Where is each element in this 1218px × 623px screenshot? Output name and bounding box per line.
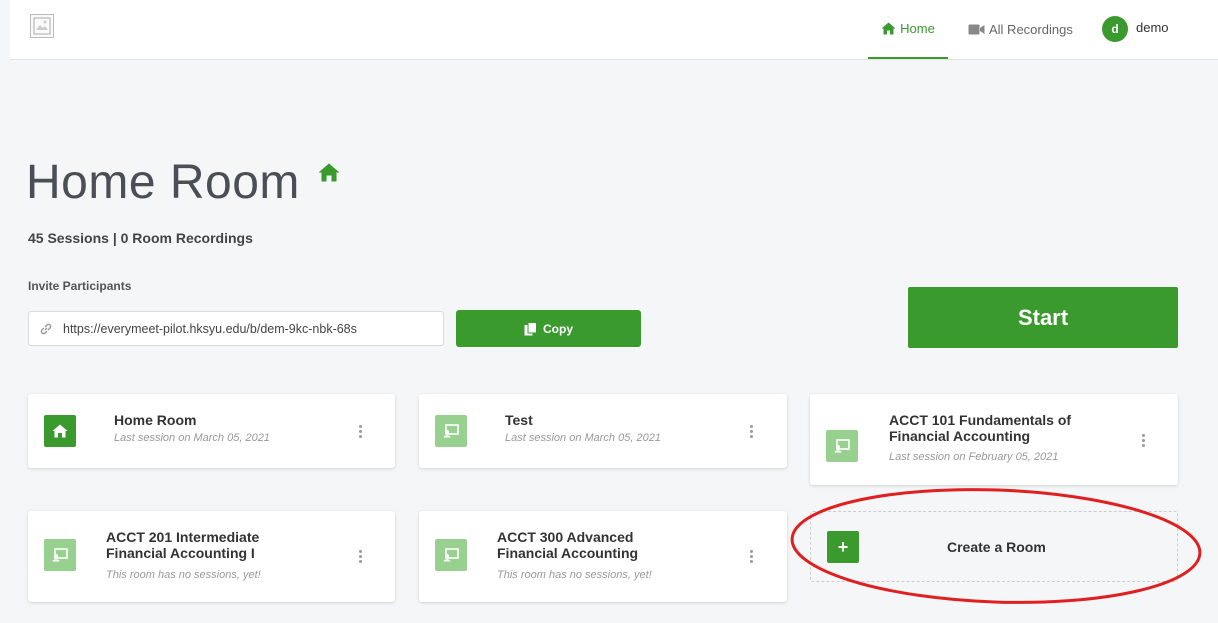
create-room-label: Create a Room bbox=[947, 539, 1046, 555]
room-options-icon[interactable] bbox=[748, 425, 754, 438]
video-camera-icon bbox=[968, 24, 985, 35]
plus-icon: + bbox=[827, 531, 859, 563]
invite-participants-label: Invite Participants bbox=[28, 279, 132, 293]
room-options-icon[interactable] bbox=[1140, 434, 1146, 447]
room-name: ACCT 201 Intermediate Financial Accounti… bbox=[106, 529, 260, 561]
room-name: Test bbox=[505, 412, 533, 428]
copy-button[interactable]: Copy bbox=[456, 310, 641, 347]
home-icon bbox=[44, 415, 76, 447]
user-avatar[interactable]: d bbox=[1102, 16, 1128, 42]
room-last-session: Last session on March 05, 2021 bbox=[505, 432, 661, 444]
room-card[interactable]: ACCT 201 Intermediate Financial Accounti… bbox=[28, 511, 395, 602]
room-options-icon[interactable] bbox=[748, 550, 754, 563]
invite-url-input[interactable] bbox=[63, 321, 433, 336]
room-card[interactable]: ACCT 300 Advanced Financial Accounting Th… bbox=[419, 511, 787, 602]
copy-button-label: Copy bbox=[543, 321, 573, 336]
username-label[interactable]: demo bbox=[1136, 20, 1169, 35]
nav-recordings-label: All Recordings bbox=[989, 22, 1073, 37]
room-icon bbox=[435, 539, 467, 571]
room-last-session: This room has no sessions, yet! bbox=[106, 569, 261, 581]
room-last-session: This room has no sessions, yet! bbox=[497, 569, 652, 581]
room-last-session: Last session on February 05, 2021 bbox=[889, 451, 1059, 463]
room-stats: 45 Sessions | 0 Room Recordings bbox=[28, 230, 253, 246]
link-icon bbox=[40, 323, 52, 334]
logo-image[interactable] bbox=[30, 14, 54, 38]
page-title: Home Room bbox=[26, 156, 300, 209]
copy-icon bbox=[524, 321, 537, 335]
nav-all-recordings-link[interactable]: All Recordings bbox=[968, 0, 1073, 59]
start-button[interactable]: Start bbox=[908, 287, 1178, 348]
room-options-icon[interactable] bbox=[357, 550, 363, 563]
room-icon bbox=[44, 539, 76, 571]
invite-url-field[interactable] bbox=[28, 311, 444, 346]
room-last-session: Last session on March 05, 2021 bbox=[114, 432, 270, 444]
home-icon bbox=[881, 22, 896, 35]
nav-home-label: Home bbox=[900, 21, 935, 36]
home-icon bbox=[318, 163, 340, 182]
room-card[interactable]: Home Room Last session on March 05, 2021 bbox=[28, 394, 395, 468]
room-options-icon[interactable] bbox=[357, 425, 363, 438]
room-name: ACCT 101 Fundamentals of Financial Accou… bbox=[889, 412, 1072, 444]
room-card[interactable]: ACCT 101 Fundamentals of Financial Accou… bbox=[810, 394, 1178, 485]
room-icon bbox=[435, 415, 467, 447]
room-name: Home Room bbox=[114, 412, 197, 428]
room-name: ACCT 300 Advanced Financial Accounting bbox=[497, 529, 639, 561]
broken-image-icon bbox=[33, 17, 51, 35]
top-navbar: Home All Recordings d demo bbox=[10, 0, 1218, 60]
create-room-card[interactable]: + Create a Room bbox=[810, 511, 1178, 582]
room-icon bbox=[826, 430, 858, 462]
nav-home-link[interactable]: Home bbox=[868, 0, 948, 59]
room-card[interactable]: Test Last session on March 05, 2021 bbox=[419, 394, 787, 468]
